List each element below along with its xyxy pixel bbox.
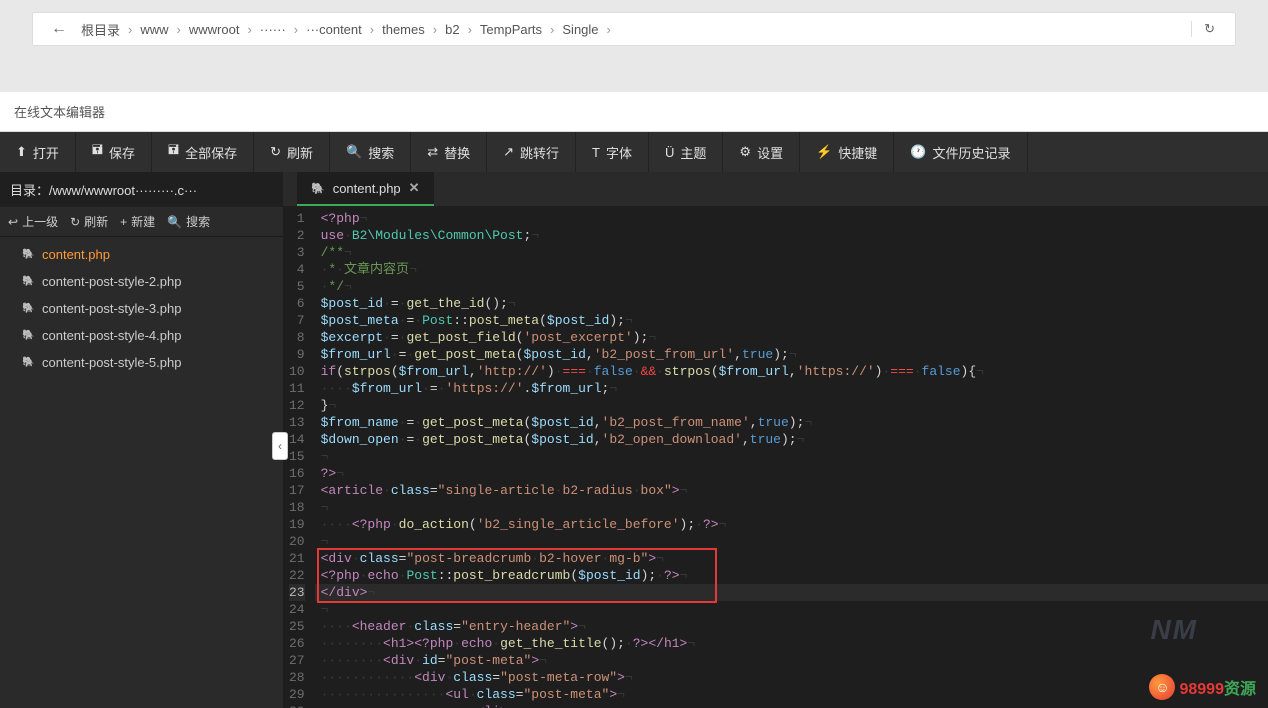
dir-path: /www/wwwroot·········.c···	[49, 183, 197, 198]
collapse-sidebar-button[interactable]: ‹	[272, 432, 288, 460]
sidebar-action-新建[interactable]: + 新建	[120, 213, 155, 230]
sidebar-actions: ↩ 上一级 ↻ 刷新 + 新建 🔍 搜索	[0, 207, 283, 237]
action-label: 新建	[131, 213, 155, 230]
dir-label: 目录：	[10, 183, 49, 198]
sidebar-action-刷新[interactable]: ↻ 刷新	[70, 213, 108, 230]
crumb-themes[interactable]: themes	[378, 22, 429, 37]
action-label: 刷新	[84, 213, 108, 230]
toolbar-label: 替换	[444, 143, 470, 162]
file-list: content.phpcontent-post-style-2.phpconte…	[0, 237, 283, 708]
toolbar-label: 文件历史记录	[932, 143, 1010, 162]
toolbar-label: 保存	[109, 143, 135, 162]
toolbar-icon: ↻	[270, 144, 281, 160]
toolbar-字体[interactable]: T 字体	[576, 132, 649, 172]
toolbar-全部保存[interactable]: 🖬 全部保存	[152, 132, 254, 172]
toolbar: ⬆ 打开 🖬 保存 🖬 全部保存 ↻ 刷新 🔍 搜索 ⇄ 替换 ↗ 跳转行 T 字体 Ü 主题 ⚙ 设置 ⚡ 快捷键 🕐 文件…	[0, 132, 1268, 172]
crumb-b2[interactable]: b2	[441, 22, 463, 37]
toolbar-icon: Ü	[665, 145, 674, 160]
toolbar-替换[interactable]: ⇄ 替换	[411, 132, 487, 172]
breadcrumb-refresh-button[interactable]: ↻	[1191, 21, 1227, 37]
tab-label: content.php	[333, 181, 401, 196]
file-item[interactable]: content-post-style-4.php	[0, 322, 283, 349]
php-icon: 🐘	[311, 182, 325, 195]
toolbar-刷新[interactable]: ↻ 刷新	[254, 132, 330, 172]
toolbar-label: 刷新	[287, 143, 313, 162]
toolbar-label: 全部保存	[185, 143, 237, 162]
toolbar-icon: 🕐	[910, 144, 926, 160]
toolbar-icon: ↗	[503, 144, 514, 160]
file-item[interactable]: content-post-style-5.php	[0, 349, 283, 376]
tab-close-button[interactable]: ✕	[409, 180, 420, 196]
toolbar-icon: T	[592, 145, 600, 160]
toolbar-icon: 🔍	[346, 144, 362, 160]
toolbar-快捷键[interactable]: ⚡ 快捷键	[800, 132, 894, 172]
toolbar-label: 打开	[33, 143, 59, 162]
action-icon: ↻	[70, 215, 80, 229]
crumb-single[interactable]: Single	[558, 22, 602, 37]
action-icon: +	[120, 215, 127, 229]
toolbar-搜索[interactable]: 🔍 搜索	[330, 132, 411, 172]
toolbar-打开[interactable]: ⬆ 打开	[0, 132, 76, 172]
breadcrumb: ← 根目录› www› wwwroot› ······› ···content›…	[32, 12, 1236, 46]
crumb-content[interactable]: ···content	[302, 22, 366, 37]
toolbar-保存[interactable]: 🖬 保存	[76, 132, 152, 172]
crumb-www[interactable]: www	[136, 22, 172, 37]
crumb-root[interactable]: 根目录	[77, 20, 124, 39]
action-icon: ↩	[8, 215, 18, 229]
toolbar-label: 快捷键	[838, 143, 877, 162]
toolbar-icon: 🖬	[168, 141, 179, 163]
action-label: 搜索	[186, 213, 210, 230]
crumb-hidden1[interactable]: ······	[256, 22, 290, 37]
crumb-tempparts[interactable]: TempParts	[476, 22, 546, 37]
sidebar-action-搜索[interactable]: 🔍 搜索	[167, 213, 210, 230]
back-button[interactable]: ←	[41, 20, 77, 38]
toolbar-label: 设置	[757, 143, 783, 162]
toolbar-icon: ⚡	[816, 144, 832, 160]
code-editor[interactable]: 1234567891011121314151617181920212223242…	[283, 206, 1268, 708]
watermark-circle-icon: ☺	[1149, 674, 1175, 700]
sidebar-action-上一级[interactable]: ↩ 上一级	[8, 213, 58, 230]
crumb-wwwroot[interactable]: wwwroot	[185, 22, 244, 37]
toolbar-label: 字体	[606, 143, 632, 162]
toolbar-icon: ⚙	[739, 144, 751, 160]
file-item[interactable]: content-post-style-2.php	[0, 268, 283, 295]
action-icon: 🔍	[167, 215, 182, 229]
code-content[interactable]: <?php¬use·B2\Modules\Common\Post;¬/**¬·*…	[315, 206, 1268, 708]
watermark-nm: NM	[1150, 614, 1198, 646]
toolbar-icon: ⬆	[16, 144, 27, 160]
action-label: 上一级	[22, 213, 58, 230]
toolbar-label: 搜索	[368, 143, 394, 162]
toolbar-label: 跳转行	[520, 143, 559, 162]
toolbar-跳转行[interactable]: ↗ 跳转行	[487, 132, 576, 172]
directory-bar: 目录：/www/wwwroot·········.c···	[0, 172, 283, 207]
watermark-98999: ☺ 98999资源	[1149, 674, 1256, 700]
tab-content-php[interactable]: 🐘 content.php ✕	[297, 172, 434, 206]
toolbar-icon: 🖬	[92, 141, 103, 163]
toolbar-主题[interactable]: Ü 主题	[649, 132, 723, 172]
toolbar-icon: ⇄	[427, 144, 438, 160]
toolbar-label: 主题	[680, 143, 706, 162]
file-item[interactable]: content.php	[0, 241, 283, 268]
tabs: 🐘 content.php ✕	[283, 172, 1268, 206]
toolbar-设置[interactable]: ⚙ 设置	[723, 132, 800, 172]
toolbar-文件历史记录[interactable]: 🕐 文件历史记录	[894, 132, 1027, 172]
editor-title: 在线文本编辑器	[0, 92, 1268, 132]
sidebar: 目录：/www/wwwroot·········.c··· ↩ 上一级 ↻ 刷新 + 新建…	[0, 172, 283, 708]
editor-area: 🐘 content.php ✕ 123456789101112131415161…	[283, 172, 1268, 708]
file-item[interactable]: content-post-style-3.php	[0, 295, 283, 322]
